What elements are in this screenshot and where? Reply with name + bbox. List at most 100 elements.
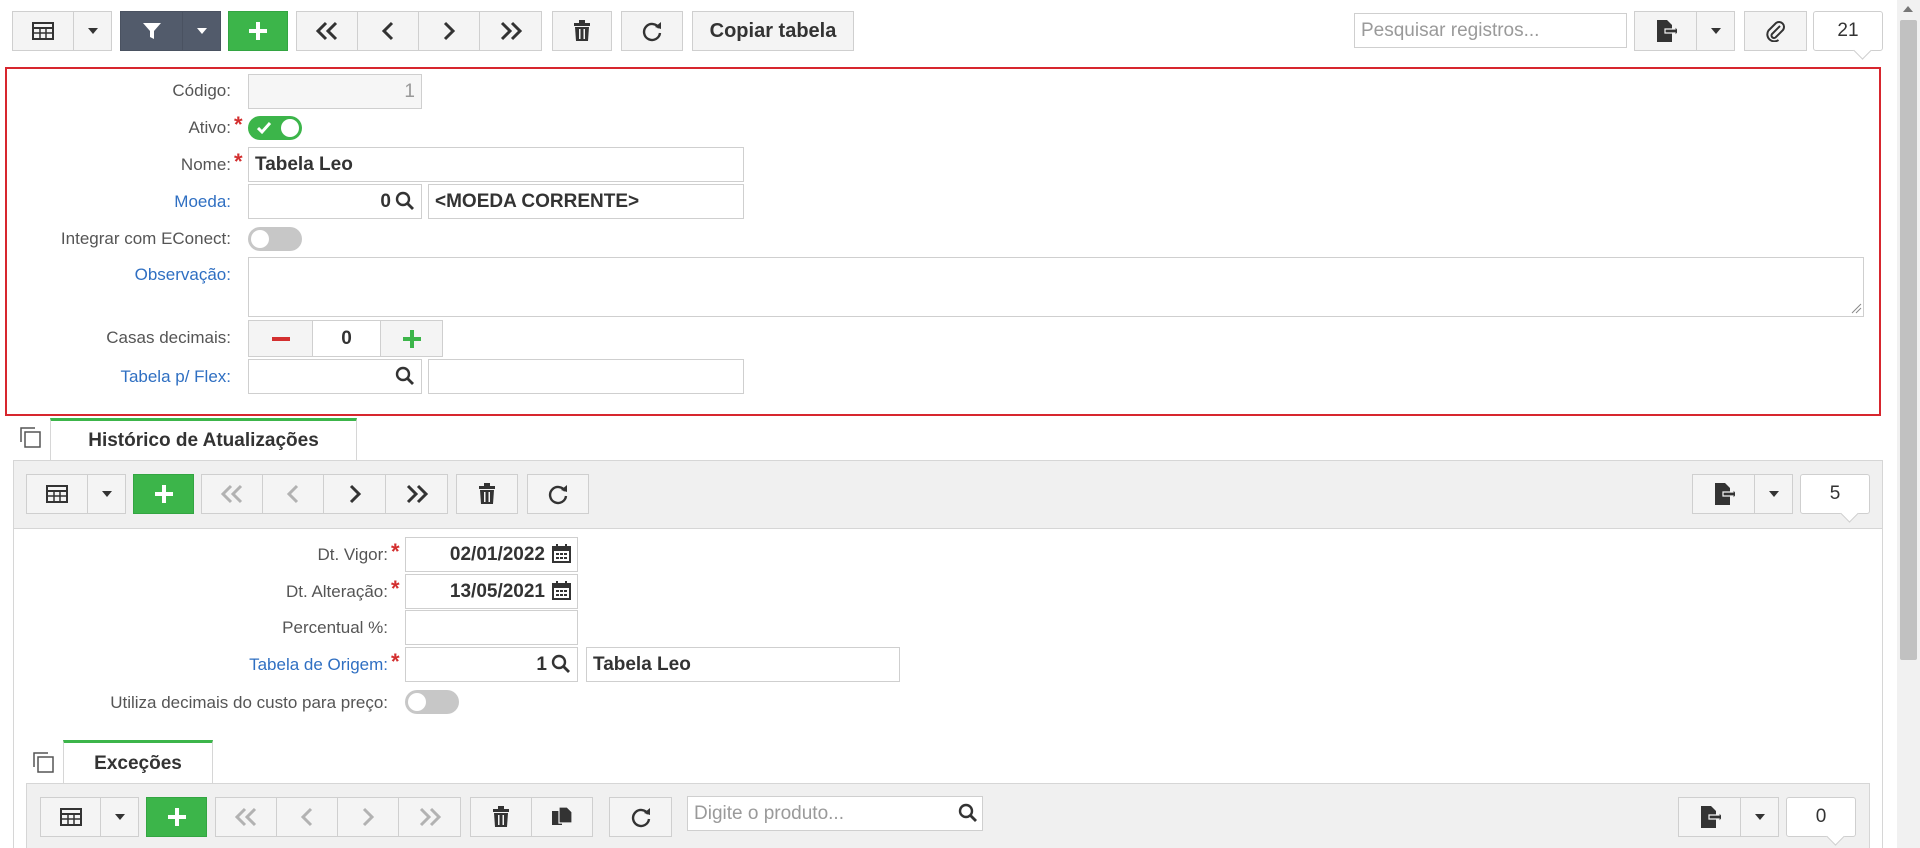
chevron-down-icon	[196, 28, 207, 34]
chevron-left-icon	[381, 21, 394, 41]
previous-record-button[interactable]	[276, 797, 338, 837]
copy-window-icon[interactable]	[18, 425, 42, 449]
trash-icon	[479, 483, 495, 504]
calendar-icon[interactable]	[552, 544, 571, 563]
product-search-input[interactable]	[687, 796, 983, 831]
copy-window-icon[interactable]	[31, 750, 55, 774]
refresh-button[interactable]	[609, 797, 672, 837]
refresh-icon	[642, 22, 662, 42]
export-dropdown[interactable]	[1740, 797, 1779, 837]
filter-dropdown[interactable]	[182, 11, 221, 51]
export-button[interactable]	[1678, 797, 1741, 837]
decimais-custo-label: Utiliza decimais do custo para preço:	[110, 693, 388, 712]
grid-view-button[interactable]	[26, 474, 88, 514]
duplicate-button[interactable]	[531, 797, 593, 837]
tab-excecoes[interactable]: Exceções	[63, 740, 213, 784]
grid-view-dropdown[interactable]	[87, 474, 126, 514]
chevron-left-icon	[286, 484, 299, 504]
attachments-button[interactable]	[1744, 11, 1807, 51]
search-icon[interactable]	[958, 803, 978, 823]
copy-icon	[552, 806, 573, 825]
tab-historico[interactable]: Histórico de Atualizações	[50, 418, 357, 461]
export-dropdown[interactable]	[1696, 11, 1735, 51]
grid-view-dropdown[interactable]	[73, 11, 112, 51]
resize-handle-icon[interactable]	[1850, 302, 1862, 314]
grid-view-button[interactable]	[40, 797, 101, 837]
nome-field[interactable]: Tabela Leo	[248, 147, 744, 182]
add-history-button[interactable]	[133, 474, 194, 514]
casas-decimais-value[interactable]: 0	[312, 320, 381, 357]
delete-button[interactable]	[470, 797, 532, 837]
table-icon	[46, 485, 68, 503]
export-button[interactable]	[1692, 474, 1755, 514]
next-record-button[interactable]	[337, 797, 399, 837]
paperclip-icon	[1765, 21, 1785, 42]
search-icon[interactable]	[395, 191, 415, 211]
previous-record-button[interactable]	[262, 474, 324, 514]
first-record-button[interactable]	[296, 11, 358, 51]
chevron-down-icon	[1754, 814, 1765, 820]
export-dropdown[interactable]	[1754, 474, 1793, 514]
copy-table-button[interactable]: Copiar tabela	[692, 11, 854, 51]
chevron-down-icon	[1710, 28, 1721, 34]
first-record-button[interactable]	[201, 474, 263, 514]
chevron-down-icon	[101, 491, 112, 497]
casas-decimais-label: Casas decimais:	[106, 328, 231, 347]
chevron-down-icon	[87, 28, 98, 34]
last-record-button[interactable]	[479, 11, 542, 51]
last-record-button[interactable]	[385, 474, 448, 514]
refresh-icon	[548, 485, 568, 505]
next-record-button[interactable]	[323, 474, 386, 514]
chevron-left-icon	[300, 807, 313, 827]
flex-table-link-label[interactable]: Tabela p/ Flex:	[20, 367, 231, 387]
search-icon[interactable]	[551, 654, 571, 674]
decrement-button[interactable]	[248, 320, 313, 357]
trash-icon	[574, 20, 590, 41]
refresh-button[interactable]	[527, 474, 589, 514]
moeda-link-label[interactable]: Moeda:	[20, 192, 231, 212]
vertical-scrollbar[interactable]	[1897, 0, 1920, 848]
record-count-badge: 21	[1813, 11, 1883, 51]
ativo-toggle[interactable]	[248, 116, 302, 140]
export-button[interactable]	[1634, 11, 1697, 51]
grid-view-dropdown[interactable]	[100, 797, 139, 837]
econect-toggle[interactable]	[248, 227, 302, 251]
percentual-field[interactable]	[405, 610, 578, 645]
search-records-input[interactable]	[1354, 13, 1627, 48]
nome-label: Nome:	[180, 155, 231, 174]
observacao-textarea[interactable]	[248, 257, 1864, 317]
chevron-down-icon	[1768, 491, 1779, 497]
scroll-up-icon[interactable]	[1903, 6, 1913, 12]
refresh-button[interactable]	[621, 11, 683, 51]
previous-record-button[interactable]	[357, 11, 419, 51]
calendar-icon[interactable]	[552, 581, 571, 600]
increment-button[interactable]	[380, 320, 443, 357]
first-record-button[interactable]	[215, 797, 277, 837]
check-icon	[257, 122, 272, 135]
plus-icon	[402, 329, 421, 348]
delete-button[interactable]	[456, 474, 518, 514]
observacao-link-label[interactable]: Observação:	[20, 265, 231, 285]
grid-view-button[interactable]	[12, 11, 74, 51]
search-icon[interactable]	[395, 366, 415, 386]
minus-icon	[271, 336, 290, 341]
plus-icon	[167, 808, 186, 826]
last-record-button[interactable]	[398, 797, 461, 837]
percentual-label: Percentual %:	[282, 618, 388, 637]
flex-table-description-field	[428, 359, 744, 394]
tabela-origem-description-field: Tabela Leo	[586, 647, 900, 682]
chevron-right-icon	[443, 21, 456, 41]
next-record-button[interactable]	[418, 11, 480, 51]
tabela-origem-link-label[interactable]: Tabela de Origem:	[100, 655, 388, 675]
history-count-badge: 5	[1800, 474, 1870, 514]
decimais-custo-toggle[interactable]	[405, 690, 459, 714]
filter-button[interactable]	[120, 11, 183, 51]
delete-button[interactable]	[552, 11, 612, 51]
add-exception-button[interactable]	[146, 797, 207, 837]
scrollbar-thumb[interactable]	[1900, 20, 1917, 660]
export-file-icon	[1714, 483, 1735, 505]
plus-icon	[154, 485, 173, 503]
moeda-description-field: <MOEDA CORRENTE>	[428, 184, 744, 219]
add-button[interactable]	[228, 11, 288, 51]
required-marker: *	[391, 539, 400, 564]
